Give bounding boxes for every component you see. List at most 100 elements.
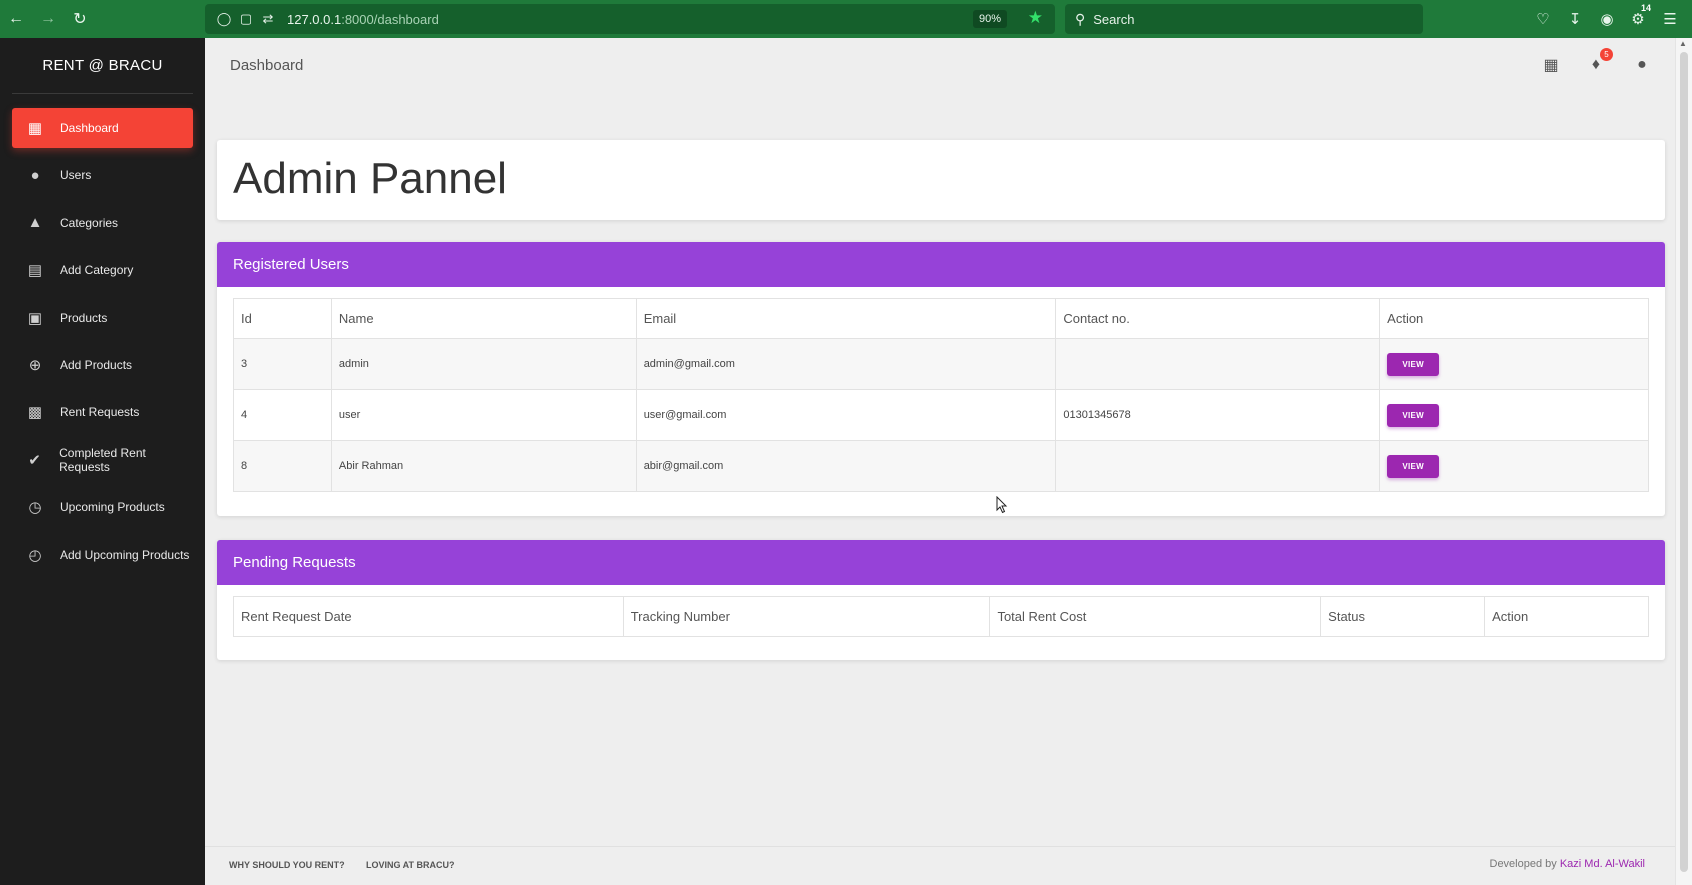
table-row: 3 admin admin@gmail.com VIEW bbox=[233, 338, 1649, 390]
credit-author-link[interactable]: Kazi Md. Al-Wakil bbox=[1560, 858, 1645, 870]
sidebar-item-categories[interactable]: ▲ Categories bbox=[12, 203, 193, 243]
registered-users-header: Registered Users bbox=[217, 242, 1665, 287]
admin-heading-card: Admin Pannel bbox=[217, 140, 1665, 220]
address-bar[interactable]: ◯ ▢ ⇄ 127.0.0.1:8000/dashboard 90% ★ bbox=[205, 4, 1055, 34]
cell-action: VIEW bbox=[1379, 338, 1649, 390]
sidebar: RENT @ BRACU ▦ Dashboard ● Users ▲ Categ… bbox=[0, 38, 205, 885]
forward-arrow-icon[interactable]: → bbox=[32, 0, 64, 38]
brand-logo[interactable]: RENT @ BRACU bbox=[12, 38, 193, 94]
cell-email: abir@gmail.com bbox=[635, 440, 1057, 492]
cell-name: Abir Rahman bbox=[330, 440, 637, 492]
sidebar-menu: ▦ Dashboard ● Users ▲ Categories ▤ Add C… bbox=[0, 108, 205, 575]
cell-id: 4 bbox=[233, 389, 332, 441]
permissions-icon[interactable]: ⇄ bbox=[257, 11, 279, 27]
footer-link-loving-at-bracu[interactable]: LOVING AT BRACU? bbox=[366, 860, 455, 870]
notification-count-badge: 5 bbox=[1600, 48, 1613, 61]
user-profile-icon[interactable]: ● bbox=[1631, 54, 1653, 76]
page-icon[interactable]: ▢ bbox=[235, 11, 257, 27]
top-navbar: Dashboard ▦ ♦ 5 ● bbox=[205, 38, 1675, 94]
url-host: 127.0.0.1 bbox=[287, 11, 342, 27]
sidebar-item-dashboard[interactable]: ▦ Dashboard bbox=[12, 108, 193, 148]
account-avatar-icon[interactable]: ◉ bbox=[1592, 0, 1622, 38]
add-circle-icon: ⊕ bbox=[28, 356, 42, 374]
url-path: :8000/dashboard bbox=[341, 11, 439, 27]
column-header-action: Action bbox=[1379, 298, 1649, 339]
page-title: Dashboard bbox=[230, 57, 304, 74]
column-header-action: Action bbox=[1484, 596, 1649, 637]
url-text[interactable]: 127.0.0.1:8000/dashboard bbox=[287, 12, 439, 27]
extensions-icon[interactable]: ⚙ 14 bbox=[1623, 0, 1653, 38]
registered-users-table: Id Name Email Contact no. Action 3 admin… bbox=[233, 298, 1649, 492]
cell-action: VIEW bbox=[1379, 389, 1649, 441]
cell-id: 3 bbox=[233, 338, 332, 390]
column-header-total-rent-cost: Total Rent Cost bbox=[989, 596, 1322, 637]
sidebar-item-products[interactable]: ▣ Products bbox=[12, 298, 193, 338]
zoom-level-badge[interactable]: 90% bbox=[972, 10, 1007, 28]
page-scrollbar[interactable]: ▲ bbox=[1675, 38, 1692, 885]
bookmark-star-icon[interactable]: ★ bbox=[1028, 8, 1043, 28]
sidebar-item-label: Add Category bbox=[60, 263, 134, 278]
search-placeholder: Search bbox=[1093, 11, 1135, 27]
view-user-button[interactable]: VIEW bbox=[1387, 454, 1440, 478]
back-arrow-icon[interactable]: ← bbox=[0, 0, 32, 38]
main-content: Dashboard ▦ ♦ 5 ● Admin Pannel Registered… bbox=[205, 38, 1675, 885]
table-row: 4 user user@gmail.com 01301345678 VIEW bbox=[233, 389, 1649, 441]
scroll-up-arrow-icon[interactable]: ▲ bbox=[1679, 39, 1687, 48]
sidebar-item-label: Add Products bbox=[60, 357, 133, 372]
notifications-bell-icon[interactable]: ♦ 5 bbox=[1585, 48, 1613, 76]
download-icon[interactable]: ↧ bbox=[1560, 0, 1590, 38]
sidebar-item-label: Completed Rent Requests bbox=[59, 445, 146, 474]
category-icon: ▲ bbox=[27, 214, 43, 232]
pending-requests-table: Rent Request Date Tracking Number Total … bbox=[233, 596, 1649, 637]
registered-users-card: Registered Users Id Name Email Contact n… bbox=[217, 242, 1665, 516]
admin-panel-heading: Admin Pannel bbox=[233, 154, 507, 203]
cell-action: VIEW bbox=[1379, 440, 1649, 492]
table-header-row: Id Name Email Contact no. Action bbox=[233, 298, 1649, 339]
sidebar-item-label: Products bbox=[60, 310, 108, 325]
sidebar-item-add-products[interactable]: ⊕ Add Products bbox=[12, 345, 193, 385]
apps-grid-icon[interactable]: ▦ bbox=[1540, 54, 1562, 76]
view-user-button[interactable]: VIEW bbox=[1387, 352, 1440, 376]
pending-requests-card: Pending Requests Rent Request Date Track… bbox=[217, 540, 1665, 660]
column-header-status: Status bbox=[1320, 596, 1486, 637]
scrollbar-thumb[interactable] bbox=[1680, 52, 1688, 872]
alarm-add-icon: ◴ bbox=[28, 546, 42, 564]
cell-name: user bbox=[330, 389, 637, 441]
hamburger-menu-icon[interactable]: ☰ bbox=[1655, 0, 1685, 38]
cell-contact bbox=[1055, 440, 1381, 492]
cell-id: 8 bbox=[233, 440, 332, 492]
clipboard-icon: ▩ bbox=[27, 404, 43, 422]
sidebar-item-label: Categories bbox=[60, 215, 119, 230]
table-row: 8 Abir Rahman abir@gmail.com VIEW bbox=[233, 440, 1649, 492]
column-header-rent-request-date: Rent Request Date bbox=[233, 596, 624, 637]
column-header-tracking-number: Tracking Number bbox=[622, 596, 991, 637]
browser-toolbar: ← → ↻ ◯ ▢ ⇄ 127.0.0.1:8000/dashboard 90%… bbox=[0, 0, 1692, 38]
table-header-row: Rent Request Date Tracking Number Total … bbox=[233, 596, 1649, 637]
pocket-icon[interactable]: ♡ bbox=[1528, 0, 1558, 38]
check-circle-icon: ✔ bbox=[28, 451, 41, 469]
extension-count-badge: 14 bbox=[1640, 3, 1651, 13]
sidebar-item-upcoming-products[interactable]: ◷ Upcoming Products bbox=[12, 487, 193, 527]
mouse-cursor-icon bbox=[996, 496, 1008, 514]
footer-link-why-rent[interactable]: WHY SHOULD YOU RENT? bbox=[229, 860, 345, 870]
sidebar-item-label: Dashboard bbox=[60, 121, 119, 135]
sidebar-item-add-category[interactable]: ▤ Add Category bbox=[12, 250, 193, 290]
shield-icon[interactable]: ◯ bbox=[213, 11, 235, 27]
store-icon: ▣ bbox=[27, 309, 43, 327]
cell-email: user@gmail.com bbox=[635, 389, 1057, 441]
column-header-name: Name bbox=[330, 298, 637, 339]
view-user-button[interactable]: VIEW bbox=[1387, 403, 1440, 427]
column-header-id: Id bbox=[233, 298, 332, 339]
reload-icon[interactable]: ↻ bbox=[64, 0, 96, 38]
cell-contact bbox=[1055, 338, 1381, 390]
sidebar-item-users[interactable]: ● Users bbox=[12, 155, 193, 195]
sidebar-item-label: Users bbox=[60, 168, 92, 183]
pending-requests-header: Pending Requests bbox=[217, 540, 1665, 585]
sidebar-item-completed-rent-requests[interactable]: ✔ Completed Rent Requests bbox=[12, 440, 193, 480]
sidebar-item-add-upcoming-products[interactable]: ◴ Add Upcoming Products bbox=[12, 535, 193, 575]
person-icon: ● bbox=[30, 166, 40, 184]
sidebar-item-label: Rent Requests bbox=[60, 405, 140, 420]
browser-search-input[interactable]: ⚲ Search bbox=[1065, 4, 1423, 34]
sidebar-item-rent-requests[interactable]: ▩ Rent Requests bbox=[12, 392, 193, 432]
cell-contact: 01301345678 bbox=[1055, 389, 1381, 441]
